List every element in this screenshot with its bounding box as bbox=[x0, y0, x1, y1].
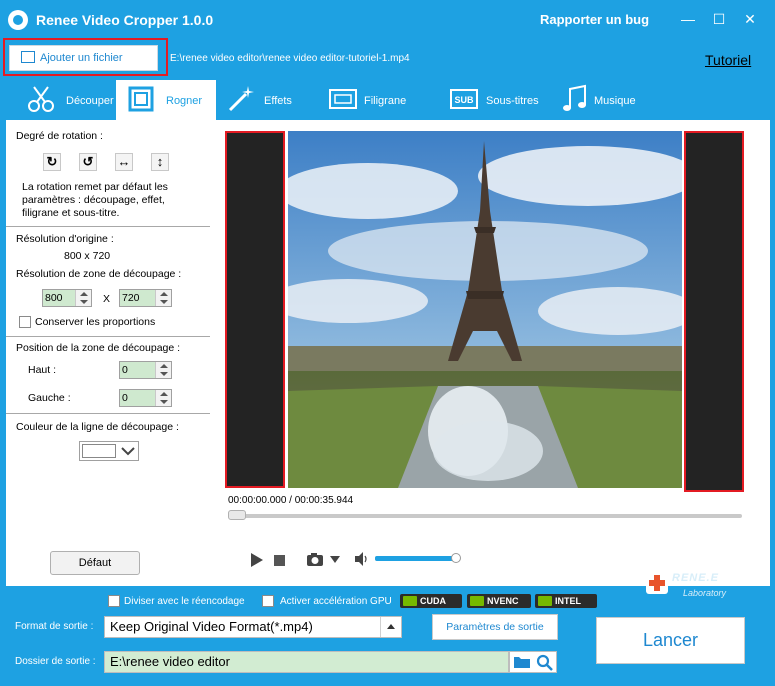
output-folder-input[interactable]: E:\renee video editor bbox=[104, 651, 509, 673]
rotation-note: La rotation remet par défaut les paramèt… bbox=[22, 181, 168, 219]
tutorial-link[interactable]: Tutoriel bbox=[705, 52, 751, 68]
crop-height-stepper[interactable]: 720 bbox=[119, 289, 172, 307]
stepper-arrows[interactable] bbox=[75, 290, 91, 306]
crop-icon bbox=[128, 86, 154, 112]
intel-badge: INTEL bbox=[535, 594, 597, 608]
video-preview[interactable] bbox=[288, 131, 682, 488]
timeline-track[interactable] bbox=[228, 514, 742, 518]
chevron-down-icon bbox=[121, 447, 135, 456]
rotate-left-icon[interactable]: ↺ bbox=[79, 153, 97, 171]
crop-width-stepper[interactable]: 800 bbox=[42, 289, 92, 307]
flip-horizontal-icon[interactable]: ↔ bbox=[115, 153, 133, 171]
rotation-title: Degré de rotation : bbox=[16, 130, 103, 142]
top-label: Haut : bbox=[28, 364, 57, 376]
app-logo-icon bbox=[8, 10, 28, 30]
crop-bar-left bbox=[225, 131, 285, 488]
close-icon[interactable]: ✕ bbox=[741, 10, 759, 28]
magic-wand-icon bbox=[228, 86, 254, 112]
crop-width-value[interactable]: 800 bbox=[43, 290, 75, 306]
volume-slider[interactable] bbox=[375, 556, 460, 561]
left-label: Gauche : bbox=[28, 392, 71, 404]
tab-sous-titres[interactable]: SUB Sous-titres bbox=[449, 80, 553, 120]
output-format-label: Format de sortie : bbox=[15, 621, 94, 632]
tab-label: Musique bbox=[594, 95, 636, 107]
crop-height-value[interactable]: 720 bbox=[120, 290, 155, 306]
scissors-icon bbox=[28, 86, 54, 112]
subtitle-icon: SUB bbox=[450, 89, 478, 109]
chevron-up-icon[interactable] bbox=[380, 617, 401, 637]
tab-musique[interactable]: Musique bbox=[560, 80, 660, 120]
position-title: Position de la zone de découpage : bbox=[16, 342, 181, 354]
original-resolution-value: 800 x 720 bbox=[64, 250, 111, 262]
line-color-label: Couleur de la ligne de découpage : bbox=[16, 421, 179, 433]
divider bbox=[6, 226, 210, 227]
keep-ratio-checkbox[interactable] bbox=[19, 316, 31, 328]
brand-sub: Laboratory bbox=[683, 588, 727, 598]
volume-handle[interactable] bbox=[450, 553, 461, 563]
tab-rogner[interactable]: Rogner bbox=[116, 80, 216, 120]
gpu-accel-label: Activer accélération GPU bbox=[280, 596, 392, 607]
dropdown-arrow-icon[interactable] bbox=[330, 556, 340, 564]
output-settings-button[interactable]: Paramètres de sortie bbox=[432, 614, 558, 640]
default-button[interactable]: Défaut bbox=[50, 551, 140, 575]
stepper-arrows[interactable] bbox=[155, 362, 171, 378]
divider bbox=[6, 336, 210, 337]
tab-decouper[interactable]: Découper bbox=[26, 80, 116, 120]
folder-actions bbox=[509, 651, 557, 673]
stepper-arrows[interactable] bbox=[155, 390, 171, 406]
crop-bar-right bbox=[684, 131, 744, 492]
tab-effets[interactable]: Effets bbox=[226, 80, 321, 120]
gpu-accel-checkbox[interactable] bbox=[262, 595, 274, 607]
nvenc-badge: NVENC bbox=[467, 594, 531, 608]
report-bug-link[interactable]: Rapporter un bug bbox=[540, 12, 649, 27]
add-file-highlight bbox=[3, 38, 168, 76]
tab-label: Sous-titres bbox=[486, 95, 539, 107]
left-position-stepper[interactable]: 0 bbox=[119, 389, 172, 407]
crop-resolution-label: Résolution de zone de découpage : bbox=[16, 268, 182, 280]
color-swatch bbox=[82, 444, 116, 458]
times-sign: X bbox=[103, 293, 111, 305]
top-position-stepper[interactable]: 0 bbox=[119, 361, 172, 379]
watermark-icon bbox=[329, 89, 357, 109]
split-reencode-label: Diviser avec le réencodage bbox=[124, 596, 245, 607]
cuda-badge: CUDA bbox=[400, 594, 462, 608]
camera-icon[interactable] bbox=[306, 552, 324, 567]
subtitle-badge: SUB bbox=[454, 95, 474, 105]
divider bbox=[6, 413, 210, 414]
original-resolution-label: Résolution d'origine : bbox=[16, 233, 114, 245]
timeline-handle[interactable] bbox=[228, 510, 246, 520]
rotate-right-icon[interactable]: ↻ bbox=[43, 153, 61, 171]
brand-name: RENE.E bbox=[672, 572, 719, 584]
line-color-picker[interactable] bbox=[79, 441, 139, 461]
split-reencode-checkbox[interactable] bbox=[108, 595, 120, 607]
output-folder-label: Dossier de sortie : bbox=[15, 656, 96, 667]
left-position-value[interactable]: 0 bbox=[120, 390, 155, 406]
volume-icon[interactable] bbox=[354, 552, 370, 566]
logo-cross-h bbox=[649, 580, 665, 586]
tab-label: Filigrane bbox=[364, 95, 407, 107]
tab-label: Rogner bbox=[166, 95, 203, 107]
output-format-select[interactable]: Keep Original Video Format(*.mp4) bbox=[104, 616, 402, 638]
launch-button[interactable]: Lancer bbox=[596, 617, 745, 664]
tab-label: Découper bbox=[66, 95, 114, 107]
music-icon bbox=[563, 84, 586, 111]
minimize-icon[interactable]: — bbox=[679, 10, 697, 28]
eiffel-tower-image bbox=[288, 131, 682, 488]
timecode: 00:00:00.000 / 00:00:35.944 bbox=[228, 495, 354, 506]
stepper-arrows[interactable] bbox=[155, 290, 171, 306]
flip-vertical-icon[interactable]: ↕ bbox=[151, 153, 169, 171]
renee-logo-icon bbox=[646, 572, 668, 594]
maximize-icon[interactable]: ☐ bbox=[710, 10, 728, 28]
app-title: Renee Video Cropper 1.0.0 bbox=[36, 12, 214, 28]
keep-ratio-label: Conserver les proportions bbox=[35, 316, 156, 328]
search-icon[interactable] bbox=[536, 654, 553, 671]
folder-icon[interactable] bbox=[513, 655, 531, 669]
tab-label: Effets bbox=[264, 95, 292, 107]
file-path: E:\renee video editor\renee video editor… bbox=[170, 53, 410, 64]
volume-level bbox=[375, 556, 456, 561]
tab-filigrane[interactable]: Filigrane bbox=[328, 80, 433, 120]
top-position-value[interactable]: 0 bbox=[120, 362, 155, 378]
stop-icon[interactable] bbox=[274, 555, 285, 566]
play-icon[interactable] bbox=[250, 553, 264, 567]
